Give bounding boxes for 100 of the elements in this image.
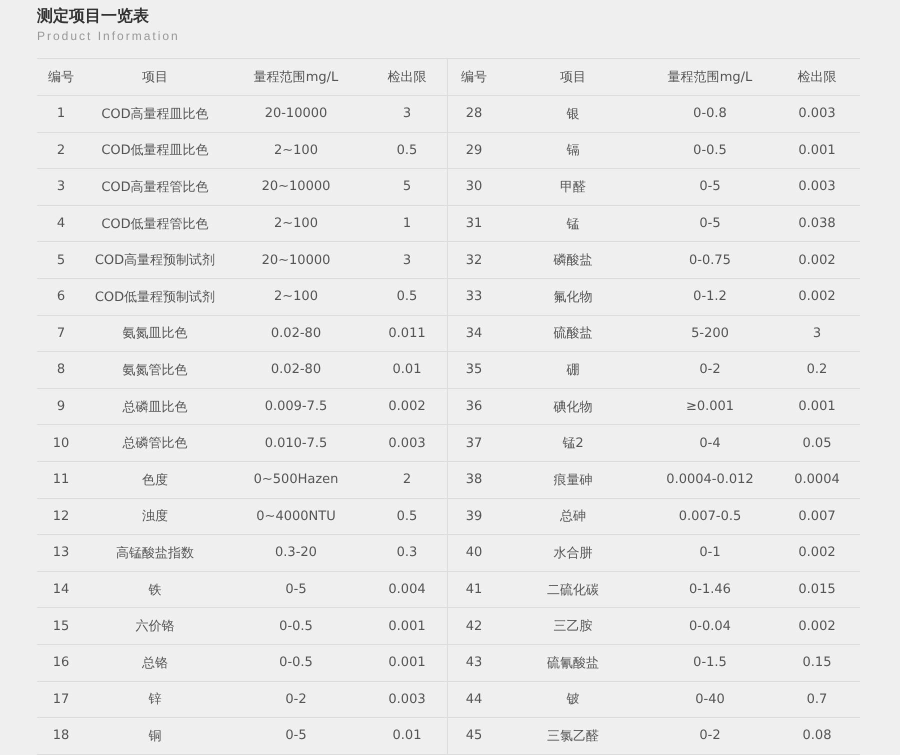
table-cell: 20~10000 (225, 169, 367, 206)
table-cell: 2 (367, 462, 448, 499)
table-cell: 11 (37, 462, 85, 499)
table-cell: 3 (37, 169, 85, 206)
table-cell: 硫酸盐 (500, 316, 646, 352)
column-header: 检出限 (774, 59, 860, 96)
table-cell: 0-1.2 (646, 278, 774, 316)
page-subtitle: Product Information (37, 28, 181, 44)
table-cell: 水合肼 (500, 535, 646, 572)
table-cell: 0-0.75 (646, 242, 774, 279)
table-cell: 37 (448, 425, 500, 462)
column-header: 量程范围mg/L (225, 59, 367, 96)
table-cell: 5 (37, 242, 85, 279)
table-cell: 41 (448, 572, 500, 608)
table-cell: 0.002 (774, 242, 860, 279)
table-cell: 0.001 (367, 644, 448, 682)
table-cell: 0.007 (774, 498, 860, 536)
table-cell: 0-0.8 (646, 96, 774, 133)
table-cell: 0.0004 (774, 462, 860, 499)
table-cell: 0.01 (367, 718, 448, 755)
table-cell: 浊度 (85, 498, 225, 536)
table-cell: 0.004 (367, 572, 448, 608)
table-cell: 0-4 (646, 425, 774, 462)
table-cell: 硫氰酸盐 (500, 644, 646, 682)
table-cell: 0.2 (774, 352, 860, 389)
table-cell: 0.15 (774, 644, 860, 682)
table-cell: 28 (448, 96, 500, 133)
table-cell: 0.015 (774, 572, 860, 608)
column-header: 项目 (500, 59, 646, 96)
table-cell: 0.001 (367, 608, 448, 645)
table-cell: 12 (37, 498, 85, 536)
table-cell: 0-2 (646, 718, 774, 755)
table-cell: 0-0.5 (225, 608, 367, 645)
table-cell: 8 (37, 352, 85, 389)
table-cell: 39 (448, 498, 500, 536)
table-cell: 0.5 (367, 278, 448, 316)
table-cell: 0.010-7.5 (225, 425, 367, 462)
table-cell: 20-10000 (225, 96, 367, 133)
table-cell: 0.5 (367, 132, 448, 170)
table-cell: 氟化物 (500, 278, 646, 316)
table-cell: COD高量程预制试剂 (85, 242, 225, 279)
table-cell: COD低量程预制试剂 (85, 278, 225, 316)
table-cell: 0.05 (774, 425, 860, 462)
table-cell: 0.003 (774, 96, 860, 133)
table-cell: 0.7 (774, 682, 860, 718)
page-title: 测定项目一览表 (37, 6, 150, 26)
table-cell: 0.038 (774, 206, 860, 242)
table-cell: 三乙胺 (500, 608, 646, 645)
table-cell: 36 (448, 388, 500, 426)
table-cell: 0.002 (774, 278, 860, 316)
table-cell: 3 (774, 316, 860, 352)
table-cell: 0.011 (367, 316, 448, 352)
table-cell: 44 (448, 682, 500, 718)
table-cell: 31 (448, 206, 500, 242)
table-cell: 总铬 (85, 644, 225, 682)
table-cell: 0.003 (367, 425, 448, 462)
table-cell: 高锰酸盐指数 (85, 535, 225, 572)
table-cell: 银 (500, 96, 646, 133)
table-cell: 0.003 (774, 169, 860, 206)
table-cell: 总磷管比色 (85, 425, 225, 462)
table-cell: 0.02-80 (225, 316, 367, 352)
table-cell: 10 (37, 425, 85, 462)
table-cell: 0.08 (774, 718, 860, 755)
table-cell: 7 (37, 316, 85, 352)
table-cell: 0.002 (774, 535, 860, 572)
table-cell: 17 (37, 682, 85, 718)
table-cell: 0-40 (646, 682, 774, 718)
table-cell: 5-200 (646, 316, 774, 352)
table-cell: 锰 (500, 206, 646, 242)
table-cell: 氨氮皿比色 (85, 316, 225, 352)
table-cell: 1 (37, 96, 85, 133)
table-cell: 0.3-20 (225, 535, 367, 572)
table-cell: 碘化物 (500, 388, 646, 426)
table-cell: 18 (37, 718, 85, 755)
table-cell: 38 (448, 462, 500, 499)
table-cell: 13 (37, 535, 85, 572)
table-cell: 33 (448, 278, 500, 316)
table-cell: 5 (367, 169, 448, 206)
table-cell: 2~100 (225, 206, 367, 242)
table-cell: 30 (448, 169, 500, 206)
table-cell: 0-5 (646, 206, 774, 242)
table-cell: 色度 (85, 462, 225, 499)
table-cell: 磷酸盐 (500, 242, 646, 279)
table-cell: 0-2 (646, 352, 774, 389)
table-cell: COD低量程皿比色 (85, 132, 225, 170)
table-cell: 16 (37, 644, 85, 682)
column-header: 编号 (448, 59, 500, 96)
column-header: 量程范围mg/L (646, 59, 774, 96)
table-cell: 0~4000NTU (225, 498, 367, 536)
table-cell: 铍 (500, 682, 646, 718)
table-cell: 锰2 (500, 425, 646, 462)
table-cell: 0-1.46 (646, 572, 774, 608)
table-cell: 6 (37, 278, 85, 316)
column-header: 检出限 (367, 59, 448, 96)
table-cell: 40 (448, 535, 500, 572)
table-cell: 0.5 (367, 498, 448, 536)
table-cell: 氨氮管比色 (85, 352, 225, 389)
table-cell: 0.007-0.5 (646, 498, 774, 536)
table-cell: COD低量程管比色 (85, 206, 225, 242)
table-cell: 0.002 (367, 388, 448, 426)
